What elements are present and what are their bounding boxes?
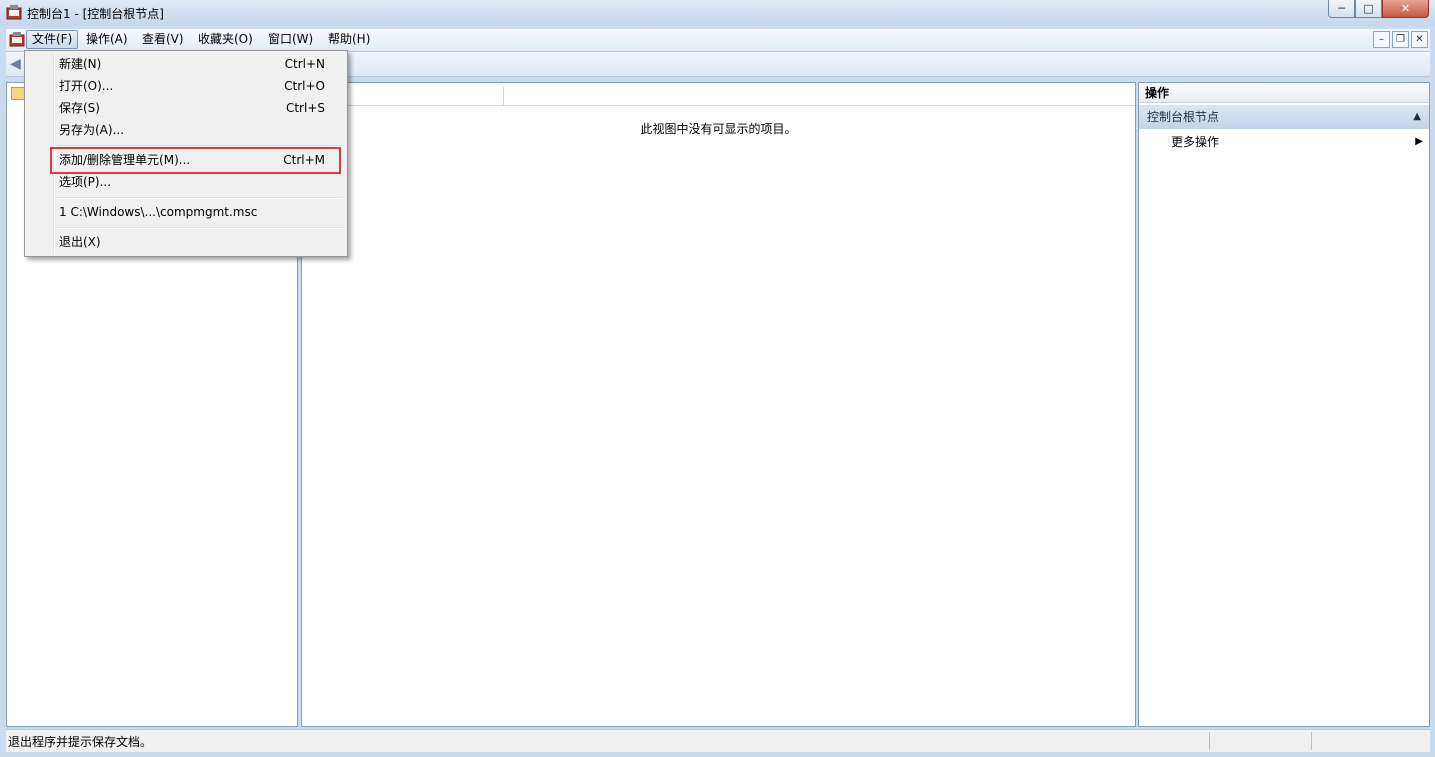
menu-view[interactable]: 查看(V) — [137, 30, 189, 49]
menu-item-recent-file[interactable]: 1 C:\Windows\...\compmgmt.msc — [27, 202, 345, 222]
status-divider — [1311, 732, 1312, 750]
mdi-minimize-button[interactable]: – — [1373, 31, 1390, 48]
menu-bar: 文件(F) 操作(A) 查看(V) 收藏夹(O) 窗口(W) 帮助(H) – ❐… — [6, 29, 1430, 52]
column-header[interactable] — [302, 87, 1135, 106]
highlight-annotation — [50, 147, 341, 174]
mdi-close-button[interactable]: ✕ — [1411, 31, 1428, 48]
result-pane[interactable]: 此视图中没有可显示的项目。 — [301, 82, 1136, 727]
status-text: 退出程序并提示保存文档。 — [8, 735, 153, 749]
menu-file[interactable]: 文件(F) — [26, 30, 79, 49]
title-bar: 控制台1 - [控制台根节点] ─ □ ✕ — [0, 0, 1435, 26]
minimize-button[interactable]: ─ — [1328, 0, 1355, 18]
menu-item-new[interactable]: 新建(N) Ctrl+N — [27, 54, 345, 74]
submenu-arrow-icon: ▶ — [1415, 136, 1423, 147]
more-actions-label: 更多操作 — [1171, 135, 1220, 149]
menu-help[interactable]: 帮助(H) — [323, 30, 375, 49]
close-button[interactable]: ✕ — [1382, 0, 1429, 18]
status-divider — [1209, 732, 1210, 750]
collapse-icon[interactable]: ▲ — [1413, 105, 1421, 129]
menu-item-save-as[interactable]: 另存为(A)... — [27, 120, 345, 140]
column-divider[interactable] — [503, 87, 504, 105]
menu-action[interactable]: 操作(A) — [81, 30, 133, 49]
actions-header: 操作 — [1139, 83, 1429, 103]
mdi-restore-button[interactable]: ❐ — [1392, 31, 1409, 48]
console-system-menu-icon[interactable] — [9, 32, 25, 47]
menu-window[interactable]: 窗口(W) — [263, 30, 318, 49]
menu-separator — [55, 227, 343, 229]
mmc-console-icon — [6, 5, 22, 20]
menu-item-options[interactable]: 选项(P)... — [27, 172, 345, 192]
empty-view-message: 此视图中没有可显示的项目。 — [640, 122, 797, 136]
actions-section-root[interactable]: 控制台根节点 ▲ — [1139, 105, 1429, 129]
menu-item-save[interactable]: 保存(S) Ctrl+S — [27, 98, 345, 118]
maximize-button[interactable]: □ — [1355, 0, 1382, 18]
actions-pane: 操作 控制台根节点 ▲ 更多操作 ▶ — [1138, 82, 1430, 727]
status-bar: 退出程序并提示保存文档。 — [6, 729, 1430, 752]
menu-separator — [55, 197, 343, 199]
menu-item-exit[interactable]: 退出(X) — [27, 232, 345, 252]
window-title: 控制台1 - [控制台根节点] — [27, 7, 164, 21]
more-actions-item[interactable]: 更多操作 ▶ — [1139, 131, 1429, 153]
actions-section-label: 控制台根节点 — [1147, 110, 1220, 124]
menu-item-open[interactable]: 打开(O)... Ctrl+O — [27, 76, 345, 96]
menu-favorites[interactable]: 收藏夹(O) — [193, 30, 258, 49]
